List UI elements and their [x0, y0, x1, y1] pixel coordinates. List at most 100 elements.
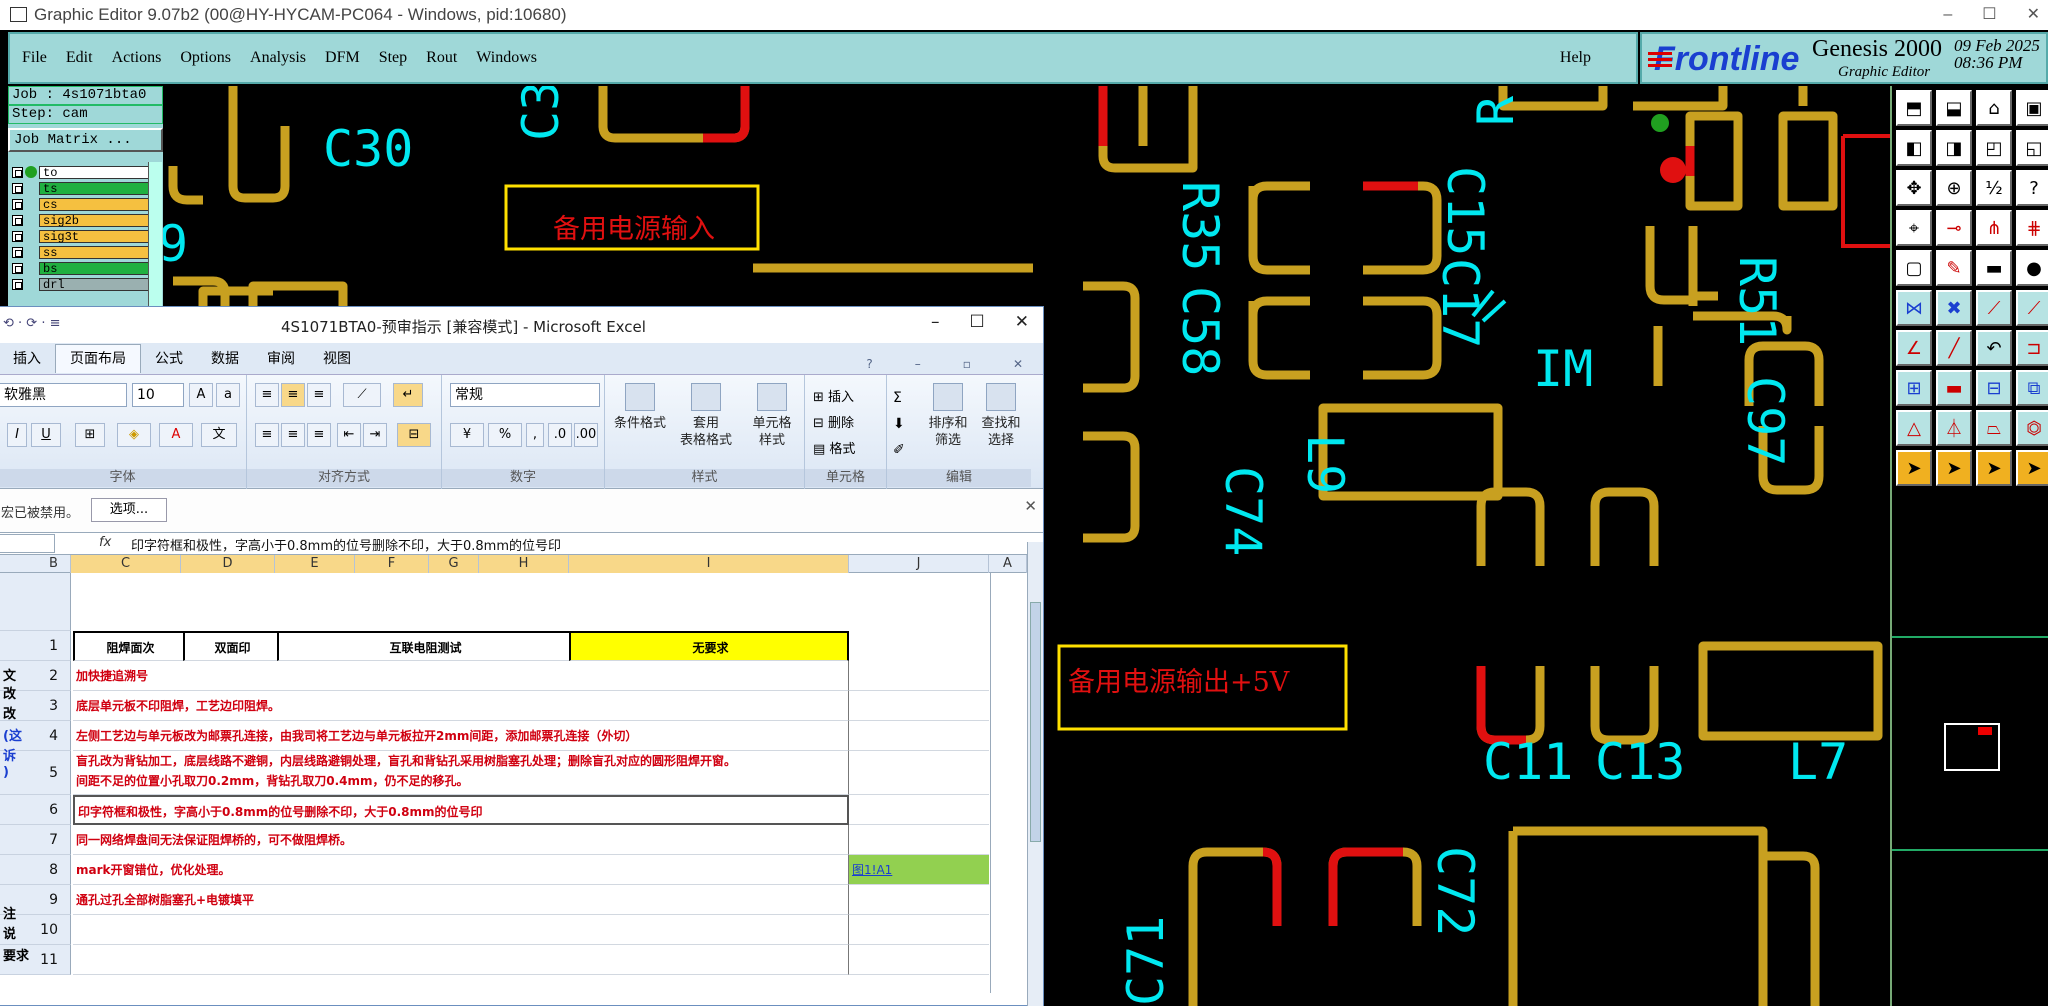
polygon-icon[interactable]: ⏃ [1936, 410, 1972, 446]
layer-checkbox[interactable] [12, 198, 23, 210]
layer-row[interactable]: sig3t [12, 228, 158, 244]
cross-icon[interactable]: ✖ [1936, 290, 1972, 326]
fill-color-icon[interactable]: ◈ [117, 423, 151, 447]
measure-icon[interactable]: ⌖ [1896, 210, 1932, 246]
col-e[interactable]: E [275, 555, 355, 573]
tab-data[interactable]: 数据 [197, 345, 253, 373]
maximize-button[interactable]: ☐ [1982, 0, 1996, 30]
layer-checkbox[interactable] [12, 278, 23, 290]
cell-j[interactable] [849, 885, 989, 915]
menu-actions[interactable]: Actions [112, 49, 162, 67]
comma-icon[interactable]: , [526, 423, 544, 447]
border-icon[interactable]: ⊞ [75, 423, 105, 447]
format-cells-button[interactable]: ▤ 格式 [813, 437, 855, 463]
number-format-box[interactable]: 常规 [450, 383, 600, 407]
panel-icon[interactable]: ▣ [2016, 90, 2048, 126]
table-row[interactable]: 同一网络焊盘间无法保证阻焊桥的，可不做阻焊桥。 [73, 825, 849, 855]
insert-cells-button[interactable]: ⊞ 插入 [813, 385, 855, 411]
cell-j[interactable]: 图1!A1 [849, 855, 989, 885]
layer-row[interactable]: drl [12, 276, 158, 292]
close-message-icon[interactable]: ✕ [1024, 497, 1037, 515]
cell-j[interactable] [849, 751, 989, 795]
table-row[interactable]: 底层单元板不印阻焊，工艺边印阻焊。 [73, 691, 849, 721]
col-f[interactable]: F [355, 555, 429, 573]
cell-j[interactable] [849, 825, 989, 855]
layer-row[interactable]: ts [12, 180, 158, 196]
delete-cells-button[interactable]: ⊟ 删除 [813, 411, 855, 437]
wrap-text-icon[interactable]: ↵ [393, 383, 423, 407]
italic-icon[interactable]: I [7, 423, 27, 447]
connect-icon[interactable]: ⋈ [1896, 290, 1932, 326]
layer-scrollbar[interactable] [148, 162, 162, 307]
col-j[interactable]: J [849, 555, 989, 573]
layer-checkbox[interactable] [12, 230, 23, 242]
cell-j[interactable] [849, 945, 989, 975]
fillet-icon[interactable]: ⊐ [2016, 330, 2048, 366]
row-header[interactable]: 7 [0, 825, 71, 855]
table-row[interactable] [73, 945, 849, 975]
col-c[interactable]: C [71, 555, 181, 573]
table-row[interactable]: 通孔过孔全部树脂塞孔+电镀填平 [73, 885, 849, 915]
excel-maximize-icon[interactable]: ☐ [970, 312, 985, 332]
ribbon-close-icon[interactable]: ✕ [999, 350, 1037, 378]
close-button[interactable]: ✕ [2027, 0, 2040, 30]
table-row[interactable]: 加快捷追溯号 [73, 661, 849, 691]
ribbon-restore-icon[interactable]: ▫ [949, 350, 985, 378]
row-header[interactable]: 8 [0, 855, 71, 885]
align-right-icon[interactable]: ≡ [307, 423, 331, 447]
name-box[interactable] [0, 534, 55, 553]
select-icon[interactable]: ▢ [1896, 250, 1932, 286]
menu-windows[interactable]: Windows [476, 49, 537, 67]
layer-name[interactable]: ss [39, 245, 158, 259]
shrink-font-icon[interactable]: a [216, 383, 240, 407]
zoom-out-icon[interactable]: ◨ [1936, 130, 1972, 166]
snap-icon[interactable]: ⊸ [1936, 210, 1972, 246]
layer-checkbox[interactable] [12, 214, 23, 226]
phonetic-icon[interactable]: 文 [201, 423, 237, 447]
ruler-icon[interactable]: ⋕ [2016, 210, 2048, 246]
job-matrix-button[interactable]: Job Matrix ... [8, 128, 163, 152]
draw-icon[interactable]: ✎ [1936, 250, 1972, 286]
layer-name[interactable]: to [39, 165, 158, 179]
arc-icon[interactable]: ↶ [1976, 330, 2012, 366]
font-size-box[interactable]: 10 [132, 383, 184, 407]
contour-icon[interactable]: ⏣ [2016, 410, 2048, 446]
menu-analysis[interactable]: Analysis [250, 49, 306, 67]
vertical-scrollbar[interactable] [1027, 542, 1043, 1006]
layer-name[interactable]: sig3t [39, 229, 158, 243]
table-row[interactable]: mark开窗错位，优化处理。 [73, 855, 849, 885]
fit-icon[interactable]: ✥ [1896, 170, 1932, 206]
grow-font-icon[interactable]: A [189, 383, 213, 407]
underline-icon[interactable]: U [31, 423, 61, 447]
percent-icon[interactable]: % [488, 423, 522, 447]
align-top-icon[interactable]: ≡ [255, 383, 279, 407]
tab-review[interactable]: 审阅 [253, 345, 309, 373]
tab-page-layout[interactable]: 页面布局 [55, 344, 141, 373]
cell-j[interactable] [849, 661, 989, 691]
home-icon[interactable]: ⌂ [1976, 90, 2012, 126]
zoom-in-icon[interactable]: ◧ [1896, 130, 1932, 166]
line-icon[interactable]: ▬ [1976, 250, 2012, 286]
menu-options[interactable]: Options [180, 49, 231, 67]
col-h[interactable]: H [479, 555, 569, 573]
layer-checkbox[interactable] [12, 166, 23, 178]
table-row[interactable]: 左侧工艺边与单元板改为邮票孔连接，由我司将工艺边与单元板拉开2mm间距，添加邮票… [73, 721, 849, 751]
tab-insert[interactable]: 插入 [0, 345, 55, 373]
route-icon[interactable]: ⟋ [2016, 290, 2048, 326]
cell-styles-button[interactable]: 单元格 样式 [739, 383, 805, 449]
tab-formulas[interactable]: 公式 [141, 345, 197, 373]
layer-name[interactable]: drl [39, 277, 158, 291]
font-color-icon[interactable]: A [159, 423, 193, 447]
fill-icon[interactable]: ⬇ [893, 411, 905, 437]
surface-icon[interactable]: ⏢ [1976, 410, 2012, 446]
pad-icon[interactable]: ● [2016, 250, 2048, 286]
autosum-icon[interactable]: Σ [893, 385, 905, 411]
open-job-icon[interactable]: ⬒ [1896, 90, 1932, 126]
align-bottom-icon[interactable]: ≡ [307, 383, 331, 407]
scroll-thumb[interactable] [1030, 602, 1041, 842]
increase-indent-icon[interactable]: ⇥ [363, 423, 387, 447]
center-icon[interactable]: ⊕ [1936, 170, 1972, 206]
layer-checkbox[interactable] [12, 262, 23, 274]
pointer-icon[interactable]: ➤ [1896, 450, 1932, 486]
triangle-icon[interactable]: △ [1896, 410, 1932, 446]
